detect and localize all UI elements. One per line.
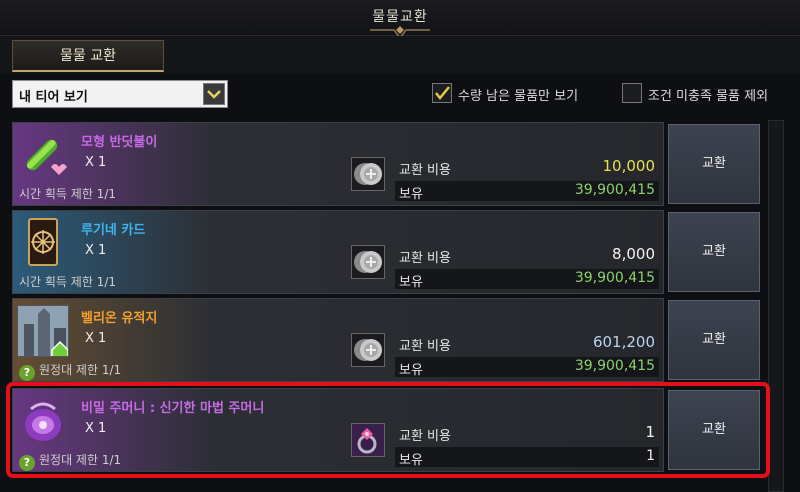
exclude-unmet-label: 조건 미충족 물품 제외 bbox=[648, 89, 769, 104]
cost-label: 교환 비용 bbox=[399, 251, 451, 266]
item-name: 벨리온 유적지 bbox=[81, 311, 158, 326]
window-title: 물물교환 bbox=[372, 9, 428, 25]
silver-coin-icon[interactable] bbox=[351, 333, 385, 367]
exchange-button[interactable]: 교환 bbox=[668, 300, 760, 380]
item-panel: 벨리온 유적지 X 1 ? 원정대 제한 1/1 교환 비용 601,200 보유… bbox=[12, 298, 664, 382]
tier-filter-dropdown[interactable]: 내 티어 보기 bbox=[12, 80, 228, 108]
exchange-button[interactable]: 교환 bbox=[668, 212, 760, 292]
owned-value: 39,900,415 bbox=[574, 358, 655, 374]
tab-strip: 물물 교환 bbox=[0, 36, 800, 74]
silver-coin-icon[interactable] bbox=[351, 157, 385, 191]
cost-value: 8,000 bbox=[612, 245, 655, 263]
item-name: 모형 반딧불이 bbox=[81, 135, 158, 150]
gem-ring-icon[interactable] bbox=[351, 423, 385, 457]
item-panel: 비밀 주머니 : 신기한 마법 주머니 X 1 ? 원정대 제한 1/1 교환 비… bbox=[12, 388, 664, 472]
owned-label: 보유 bbox=[399, 453, 423, 468]
cost-value: 10,000 bbox=[602, 157, 656, 175]
cost-value: 1 bbox=[645, 423, 655, 441]
chevron-down-icon[interactable] bbox=[203, 83, 225, 105]
exchange-row: 루기네 카드 X 1 시간 획득 제한 1/1 교환 비용 8,000 보유 3… bbox=[12, 210, 764, 294]
list-scrollbar[interactable] bbox=[768, 120, 784, 492]
silver-coin-icon[interactable] bbox=[351, 245, 385, 279]
owned-label: 보유 bbox=[399, 187, 423, 202]
item-quantity: X 1 bbox=[85, 155, 107, 170]
item-quantity: X 1 bbox=[85, 331, 107, 346]
item-name: 비밀 주머니 : 신기한 마법 주머니 bbox=[81, 401, 265, 416]
item-panel: 루기네 카드 X 1 시간 획득 제한 1/1 교환 비용 8,000 보유 3… bbox=[12, 210, 664, 294]
item-quantity: X 1 bbox=[85, 421, 107, 436]
window-titlebar: 물물교환 bbox=[0, 0, 800, 40]
owned-value: 39,900,415 bbox=[574, 270, 655, 286]
checkbox-checked-icon[interactable] bbox=[432, 83, 452, 103]
limit-text: 시간 획득 제한 1/1 bbox=[19, 187, 116, 201]
question-icon[interactable]: ? bbox=[19, 455, 35, 471]
acquisition-limit: ? 원정대 제한 1/1 bbox=[19, 451, 121, 471]
cost-value: 601,200 bbox=[592, 333, 655, 351]
item-panel: 모형 반딧불이 X 1 시간 획득 제한 1/1 교환 비용 10,000 보유… bbox=[12, 122, 664, 206]
exchange-button[interactable]: 교환 bbox=[668, 390, 760, 470]
exchange-button[interactable]: 교환 bbox=[668, 124, 760, 204]
owned-label: 보유 bbox=[399, 275, 423, 290]
exchange-row: 벨리온 유적지 X 1 ? 원정대 제한 1/1 교환 비용 601,200 보유… bbox=[12, 298, 764, 382]
item-quantity: X 1 bbox=[85, 243, 107, 258]
magic-pouch-icon[interactable] bbox=[17, 395, 69, 447]
acquisition-limit: 시간 획득 제한 1/1 bbox=[19, 273, 116, 290]
exchange-row: 비밀 주머니 : 신기한 마법 주머니 X 1 ? 원정대 제한 1/1 교환 비… bbox=[12, 388, 764, 472]
cost-label: 교환 비용 bbox=[399, 429, 451, 444]
cost-label: 교환 비용 bbox=[399, 163, 451, 178]
only-remaining-label: 수량 남은 물품만 보기 bbox=[458, 89, 579, 104]
checkbox-empty-icon[interactable] bbox=[622, 83, 642, 103]
firefly-model-icon[interactable] bbox=[17, 129, 69, 181]
limit-text: 원정대 제한 1/1 bbox=[39, 453, 122, 467]
owned-bar bbox=[395, 447, 659, 467]
tab-barter[interactable]: 물물 교환 bbox=[12, 40, 164, 72]
item-name: 루기네 카드 bbox=[81, 223, 146, 238]
acquisition-limit: ? 원정대 제한 1/1 bbox=[19, 361, 121, 381]
owned-value: 1 bbox=[646, 448, 655, 464]
owned-value: 39,900,415 bbox=[574, 182, 655, 198]
limit-text: 시간 획득 제한 1/1 bbox=[19, 275, 116, 289]
ruins-estate-icon[interactable] bbox=[17, 305, 69, 357]
exchange-row: 모형 반딧불이 X 1 시간 획득 제한 1/1 교환 비용 10,000 보유… bbox=[12, 122, 764, 206]
acquisition-limit: 시간 획득 제한 1/1 bbox=[19, 185, 116, 202]
cost-label: 교환 비용 bbox=[399, 339, 451, 354]
exchange-item-list: 모형 반딧불이 X 1 시간 획득 제한 1/1 교환 비용 10,000 보유… bbox=[12, 118, 764, 492]
owned-label: 보유 bbox=[399, 363, 423, 378]
tarot-card-icon[interactable] bbox=[17, 217, 69, 269]
limit-text: 원정대 제한 1/1 bbox=[39, 363, 122, 377]
question-icon[interactable]: ? bbox=[19, 365, 35, 381]
tier-filter-value: 내 티어 보기 bbox=[19, 90, 88, 105]
